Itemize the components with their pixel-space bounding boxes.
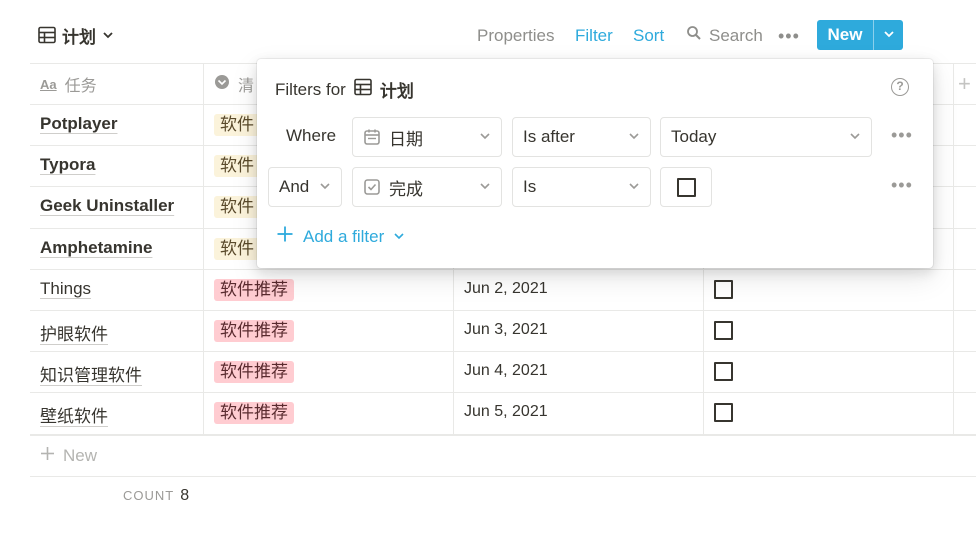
- chevron-down-icon: [883, 25, 895, 45]
- filter-conjunction-where: Where: [286, 126, 337, 145]
- row-tag[interactable]: 软件推荐: [214, 402, 294, 424]
- filter-value-checkbox[interactable]: [676, 177, 696, 197]
- row-name[interactable]: 壁纸软件: [40, 402, 108, 427]
- divider: [30, 435, 976, 436]
- column-header-name[interactable]: Aa 任务: [40, 64, 97, 104]
- row-date[interactable]: Jun 3, 2021: [464, 321, 548, 339]
- chevron-down-icon: [479, 177, 491, 197]
- plus-icon: [40, 446, 55, 466]
- calendar-icon: [363, 128, 381, 146]
- add-column-button[interactable]: +: [958, 64, 971, 104]
- filter-conjunction-select[interactable]: And: [268, 167, 342, 207]
- filter-property-value: 日期: [389, 129, 423, 149]
- filter-row-more-button[interactable]: •••: [891, 175, 913, 196]
- filter-popup: Filters for 计划 ? Where 日期 Is after Today…: [257, 59, 933, 268]
- filter-property-select[interactable]: 完成: [352, 167, 502, 207]
- filter-popup-title-prefix: Filters for: [275, 79, 346, 99]
- row-tag[interactable]: 软件: [214, 155, 260, 177]
- row-done-checkbox[interactable]: [714, 362, 733, 381]
- filter-property-select[interactable]: 日期: [352, 117, 502, 157]
- row-name[interactable]: Typora: [40, 155, 95, 175]
- divider: [30, 392, 976, 393]
- search-label: Search: [709, 26, 763, 45]
- filter-operator-value: Is: [523, 177, 537, 196]
- filter-operator-select[interactable]: Is: [512, 167, 651, 207]
- row-tag[interactable]: 软件: [214, 196, 260, 218]
- chevron-down-icon: [849, 127, 861, 147]
- properties-button[interactable]: Properties: [477, 22, 554, 50]
- row-name[interactable]: Potplayer: [40, 114, 117, 134]
- row-tag[interactable]: 软件: [214, 114, 260, 136]
- filter-popup-title: Filters for 计划: [275, 77, 414, 102]
- add-row-button[interactable]: New: [40, 446, 97, 466]
- count-label: COUNT: [123, 488, 175, 503]
- row-tag[interactable]: 软件: [214, 238, 260, 260]
- column-header-label: 任务: [64, 78, 97, 95]
- filter-value-select[interactable]: Today: [660, 117, 872, 157]
- row-done-checkbox[interactable]: [714, 280, 733, 299]
- chevron-down-icon: [628, 127, 640, 147]
- plus-icon: +: [958, 71, 971, 96]
- help-icon[interactable]: ?: [891, 78, 909, 96]
- add-filter-label: Add a filter: [303, 226, 385, 246]
- chevron-down-icon: [628, 177, 640, 197]
- row-name[interactable]: 护眼软件: [40, 320, 108, 345]
- add-filter-button[interactable]: Add a filter: [276, 225, 405, 248]
- row-date[interactable]: Jun 5, 2021: [464, 403, 548, 421]
- text-property-icon: Aa: [40, 76, 57, 92]
- row-tag[interactable]: 软件推荐: [214, 279, 294, 301]
- chevron-down-icon: [319, 177, 331, 197]
- new-button[interactable]: New: [817, 20, 873, 50]
- divider: [453, 268, 454, 436]
- filter-popup-table-name: 计划: [379, 82, 414, 101]
- add-row-label: New: [63, 446, 98, 465]
- chevron-down-icon: [393, 227, 405, 247]
- row-done-checkbox[interactable]: [714, 403, 733, 422]
- checkbox-icon: [363, 178, 381, 196]
- row-name[interactable]: Things: [40, 279, 91, 299]
- filter-value-checkbox-box: [660, 167, 712, 207]
- count-summary[interactable]: COUNT 8: [123, 487, 189, 505]
- search-icon: [686, 22, 702, 50]
- filter-operator-value: Is after: [523, 127, 575, 146]
- column-header-label: 清: [238, 78, 255, 95]
- table-icon: [354, 78, 372, 101]
- filter-conjunction-value: And: [279, 177, 310, 196]
- divider: [953, 63, 954, 436]
- filter-button[interactable]: Filter: [575, 22, 613, 50]
- row-tag[interactable]: 软件推荐: [214, 361, 294, 383]
- row-name[interactable]: Amphetamine: [40, 238, 152, 258]
- divider: [30, 476, 976, 477]
- divider: [30, 269, 976, 270]
- chevron-down-icon: [479, 127, 491, 147]
- plus-icon: [276, 225, 294, 248]
- row-name[interactable]: 知识管理软件: [40, 361, 142, 386]
- search-button[interactable]: Search: [686, 22, 763, 50]
- row-date[interactable]: Jun 2, 2021: [464, 280, 548, 298]
- divider: [203, 63, 204, 436]
- filter-row-more-button[interactable]: •••: [891, 125, 913, 146]
- new-button-group: New: [817, 20, 903, 50]
- divider: [703, 268, 704, 436]
- select-property-icon: [214, 74, 230, 95]
- more-options-button[interactable]: •••: [778, 22, 800, 50]
- filter-operator-select[interactable]: Is after: [512, 117, 651, 157]
- row-done-checkbox[interactable]: [714, 321, 733, 340]
- count-value: 8: [180, 487, 190, 504]
- divider: [30, 351, 976, 352]
- filter-value: Today: [671, 127, 717, 146]
- row-tag[interactable]: 软件推荐: [214, 320, 294, 342]
- column-header-tag[interactable]: 清: [214, 64, 254, 104]
- new-dropdown-button[interactable]: [874, 20, 903, 50]
- sort-button[interactable]: Sort: [633, 22, 664, 50]
- filter-property-value: 完成: [389, 179, 423, 199]
- row-date[interactable]: Jun 4, 2021: [464, 362, 548, 380]
- row-name[interactable]: Geek Uninstaller: [40, 196, 174, 216]
- divider: [30, 310, 976, 311]
